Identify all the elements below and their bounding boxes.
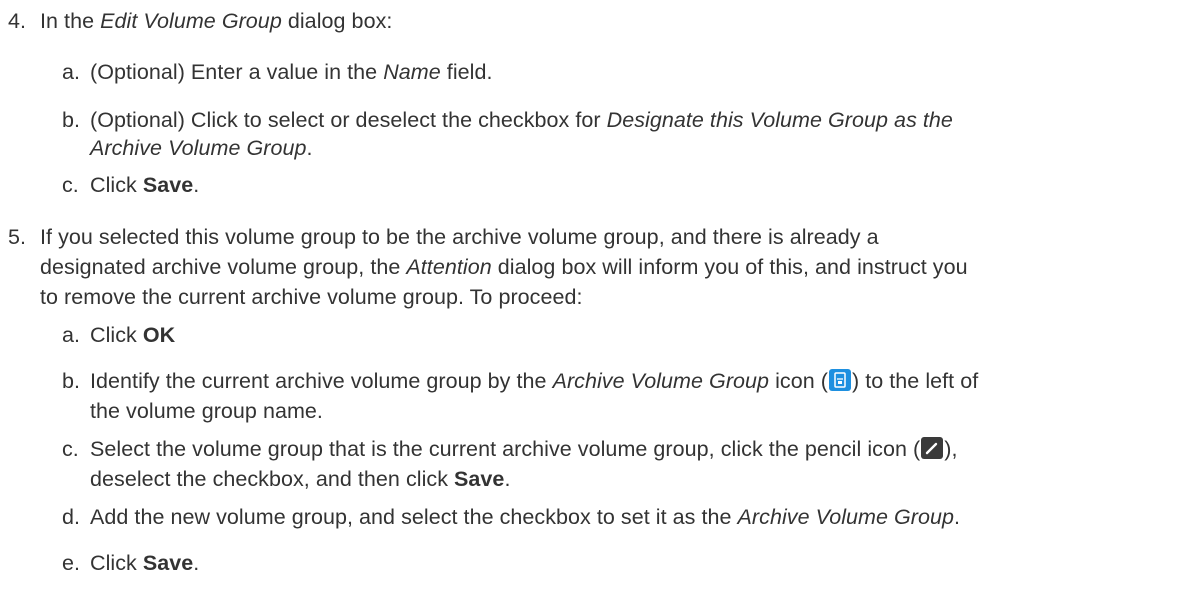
substep-letter: e.: [62, 551, 81, 575]
substep-letter: c.: [62, 173, 79, 197]
step-5d-text: Add the new volume group, and select the…: [90, 505, 961, 529]
step-5b-line-2: the volume group name.: [90, 399, 323, 423]
step-4b-text: (Optional) Click to select or deselect t…: [90, 108, 953, 132]
step-5-line-3: to remove the current archive volume gro…: [40, 285, 583, 309]
substep-letter: a.: [62, 60, 81, 84]
step-4b-line-2: Archive Volume Group.: [90, 136, 313, 160]
document-page: 4. In the Edit Volume Group dialog box: …: [0, 0, 1177, 613]
substep-letter: b.: [62, 369, 81, 393]
pencil-icon: [921, 437, 944, 460]
field-name: Name: [383, 60, 441, 84]
step-number: 5.: [8, 225, 27, 249]
substep-letter: b.: [62, 108, 81, 132]
step-number: 4.: [8, 9, 27, 33]
checkbox-label: Designate this Volume Group as the: [606, 108, 953, 132]
ok-label: OK: [142, 323, 176, 347]
step-5c-line-2: deselect the checkbox, and then click Sa…: [90, 467, 511, 491]
checkbox-label-cont: Archive Volume Group: [90, 136, 307, 160]
step-5a-text: Click OK: [90, 323, 176, 347]
save-label: Save: [454, 467, 505, 491]
substep-letter: d.: [62, 505, 81, 529]
step-4c-text: Click Save.: [90, 173, 200, 197]
substep-letter: c.: [62, 437, 79, 461]
step-5b-text: Identify the current archive volume grou…: [90, 369, 979, 393]
dialog-name: Edit Volume Group: [100, 9, 282, 33]
step-5e-text: Click Save.: [90, 551, 200, 575]
step-5c-text: Select the volume group that is the curr…: [90, 437, 958, 461]
step-5-line-2: designated archive volume group, the Att…: [40, 255, 968, 279]
step-5-text-1: If you selected this volume group to be …: [40, 225, 879, 249]
archive-volume-group-icon: [828, 369, 851, 392]
step-4a-text: (Optional) Enter a value in the Name fie…: [90, 60, 493, 84]
substep-letter: a.: [62, 323, 81, 347]
dialog-name: Attention: [406, 255, 492, 279]
save-label: Save: [142, 173, 194, 197]
save-label: Save: [142, 551, 194, 575]
step-4-intro: In the Edit Volume Group dialog box:: [40, 9, 393, 33]
